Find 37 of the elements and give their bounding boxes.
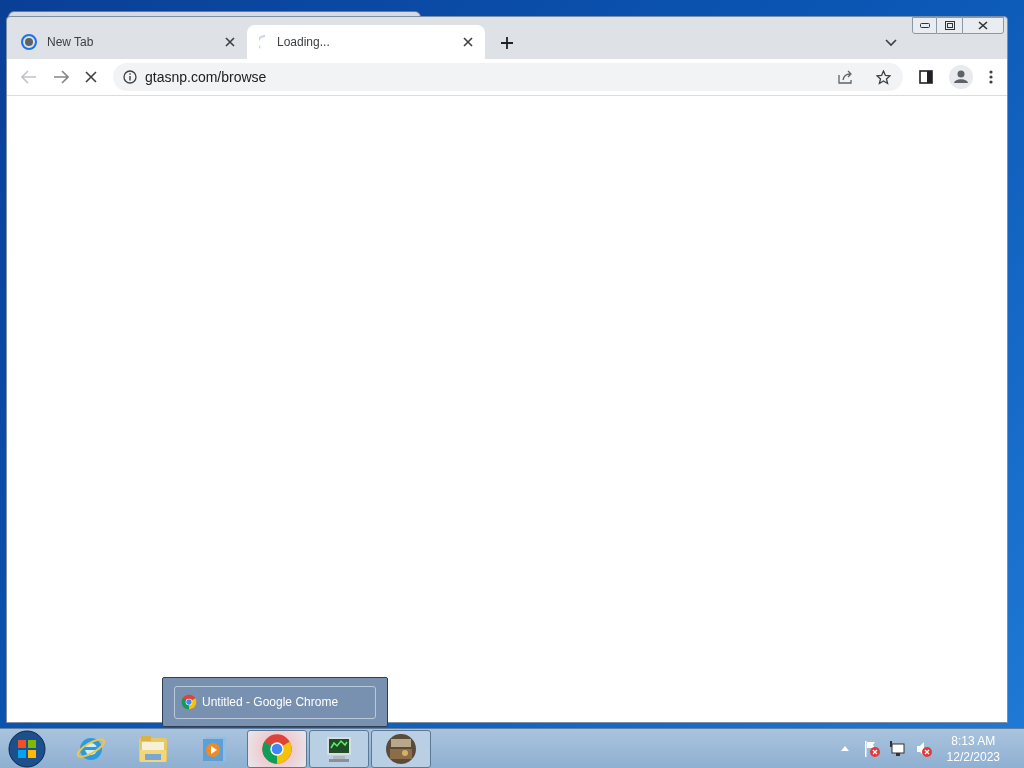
close-icon[interactable] [225,37,235,47]
media-player-icon [202,734,228,763]
share-icon[interactable] [838,70,854,84]
chrome-icon [181,694,197,710]
preview-title: Untitled - Google Chrome [202,694,339,711]
menu-icon[interactable] [989,70,993,84]
network-icon[interactable] [888,739,907,758]
tab-search-icon[interactable] [885,39,897,47]
url-text: gtasnp.com/browse [145,67,268,87]
close-icon [978,21,988,30]
profile-icon[interactable] [949,65,973,89]
chrome-icon [261,732,293,765]
taskbar-button[interactable] [371,729,431,768]
maximize-button[interactable] [937,17,962,34]
stop-icon[interactable] [85,71,97,83]
forward-icon[interactable] [53,70,69,84]
browser-tab[interactable]: New Tab [9,25,247,59]
browser-tab[interactable]: Loading... [247,25,485,59]
close-icon[interactable] [463,37,473,47]
folder-icon [137,733,169,764]
minimize-icon [919,23,930,28]
address-bar[interactable]: gtasnp.com/browse [113,63,903,91]
new-tab-icon[interactable] [501,37,513,49]
game-icon [385,732,417,765]
minimize-button[interactable] [912,17,937,34]
spinner-icon [259,35,267,49]
tab-title: Loading... [277,34,331,51]
close-window-button[interactable] [962,17,1004,34]
flag-icon[interactable] [862,739,881,758]
side-panel-icon[interactable] [919,70,933,84]
tab-title: New Tab [47,34,95,51]
start-button[interactable] [8,729,46,768]
info-icon [123,70,137,84]
taskbar-button[interactable] [247,729,307,768]
taskbar-button[interactable] [309,729,369,768]
star-icon[interactable] [876,69,891,85]
restore-icon [944,21,955,30]
